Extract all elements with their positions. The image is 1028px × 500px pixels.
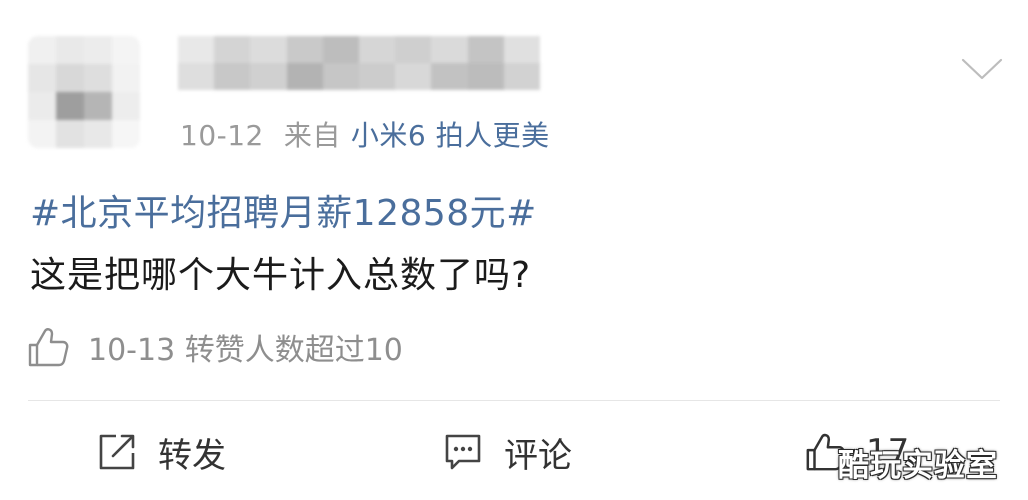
source-prefix: 来自 <box>283 119 341 152</box>
thumbs-up-icon <box>28 328 69 367</box>
like-summary[interactable]: 10-13 转赞人数超过10 <box>26 322 403 372</box>
post-date: 10-12 <box>180 119 264 152</box>
comment-icon <box>445 434 481 470</box>
watermark: 酷玩实验室 <box>838 448 998 484</box>
chevron-down-icon[interactable] <box>960 56 1004 82</box>
share-button[interactable]: 转发 <box>96 428 226 476</box>
device-link[interactable]: 小米6 拍人更美 <box>351 119 550 152</box>
like-summary-text: 10-13 转赞人数超过10 <box>88 333 403 368</box>
avatar[interactable] <box>28 36 140 148</box>
divider <box>28 400 1000 401</box>
hashtag-link[interactable]: #北京平均招聘月薪12858元# <box>30 184 537 236</box>
share-icon <box>99 434 135 470</box>
post-meta: 10-12 来自 小米6 拍人更美 <box>180 114 550 154</box>
username[interactable] <box>178 36 540 90</box>
share-label: 转发 <box>158 435 226 476</box>
comment-label: 评论 <box>504 435 572 476</box>
comment-button[interactable]: 评论 <box>442 428 572 476</box>
post-text: 这是把哪个大牛计入总数了吗? <box>30 255 532 296</box>
